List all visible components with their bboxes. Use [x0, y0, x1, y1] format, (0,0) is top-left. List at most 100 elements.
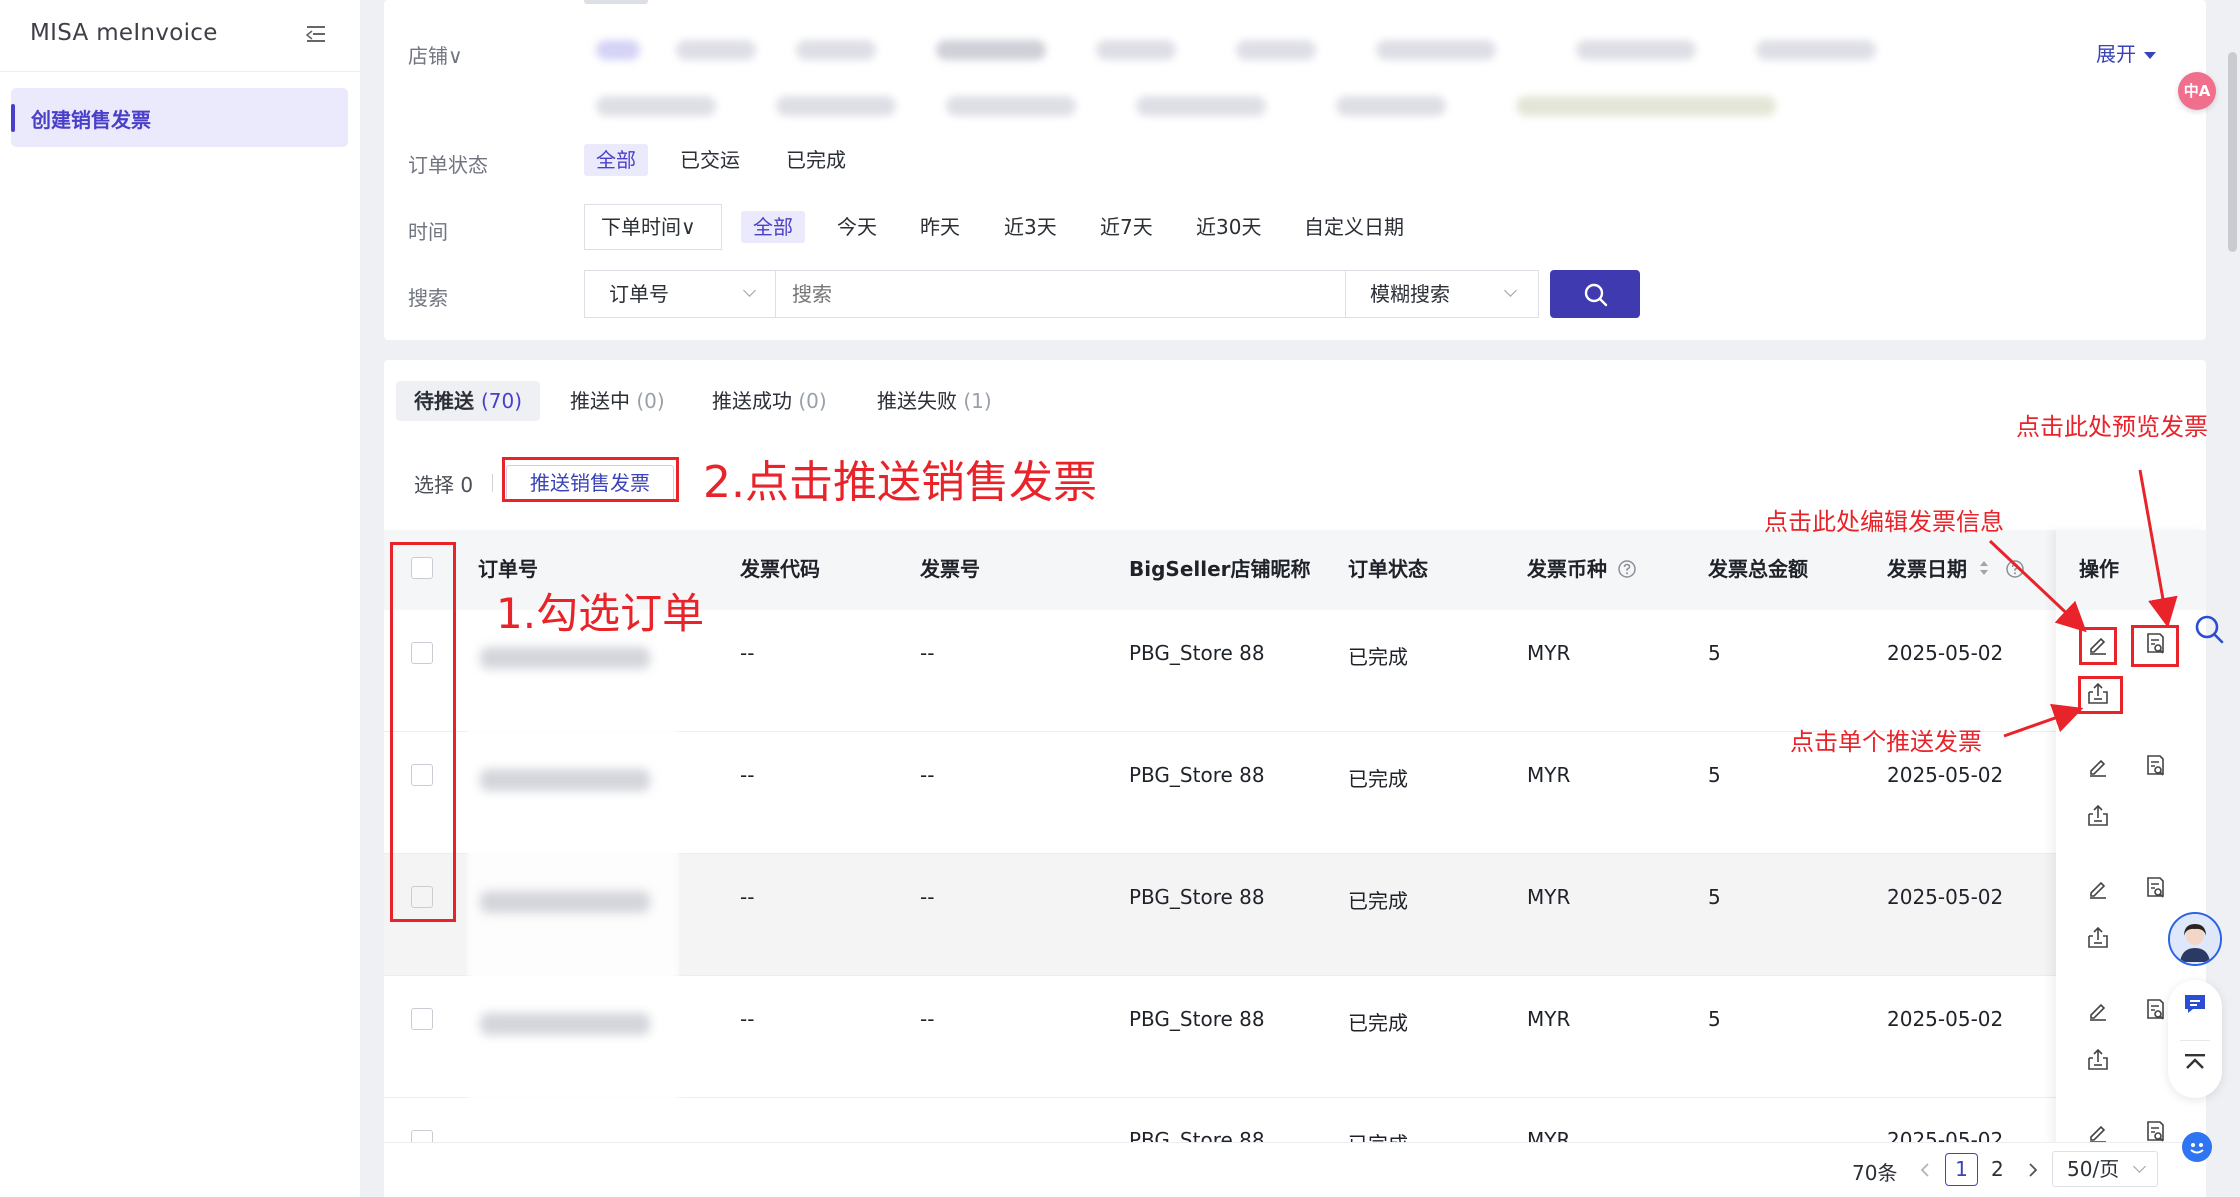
cell-store: PBG_Store 88	[1129, 1007, 1265, 1031]
expand-label: 展开	[2096, 42, 2136, 66]
store-chip[interactable]	[1236, 40, 1316, 60]
store-chip[interactable]	[596, 96, 716, 116]
store-chip[interactable]	[1576, 40, 1696, 60]
order-number-blurred[interactable]	[480, 647, 650, 669]
store-chip[interactable]	[1096, 40, 1176, 60]
store-chip[interactable]	[1756, 40, 1876, 60]
time-option-custom[interactable]: 自定义日期	[1292, 211, 1416, 243]
status-option-completed[interactable]: 已完成	[774, 144, 858, 176]
avatar-icon	[2170, 914, 2220, 964]
time-filter-label: 时间	[408, 220, 448, 244]
tab-count: (0)	[798, 389, 827, 413]
sidebar-item-create-invoice[interactable]: 创建销售发票	[11, 88, 348, 147]
store-chip[interactable]	[776, 96, 896, 116]
time-type-select[interactable]: 下单时间∨	[584, 204, 722, 250]
expand-stores-button[interactable]: 展开	[2096, 38, 2156, 67]
search-icon[interactable]	[2194, 614, 2224, 646]
time-option-yesterday[interactable]: 昨天	[908, 211, 972, 243]
page-size-select[interactable]: 50/页	[2052, 1151, 2158, 1187]
time-option-7days[interactable]: 近7天	[1088, 211, 1165, 243]
store-chip[interactable]	[936, 40, 1046, 60]
sort-icon[interactable]	[1977, 557, 1991, 579]
time-option-all[interactable]: 全部	[741, 211, 805, 243]
cell-invoice-no: --	[920, 763, 935, 787]
time-option-today[interactable]: 今天	[825, 211, 889, 243]
annotation-box-push-button	[502, 457, 679, 502]
store-filter-label[interactable]: 店铺∨	[408, 40, 463, 69]
column-header-label: 发票币种	[1527, 557, 1607, 581]
support-agent-avatar[interactable]	[2168, 912, 2222, 966]
search-input[interactable]	[775, 270, 1346, 318]
cell-status: 已完成	[1348, 1011, 1408, 1035]
push-invoice-icon[interactable]	[2085, 1047, 2111, 1073]
tab-count: (70)	[480, 389, 523, 413]
tab-push-success[interactable]: 推送成功 (0)	[694, 381, 845, 421]
search-button[interactable]	[1550, 270, 1640, 318]
push-invoice-icon[interactable]	[2085, 925, 2111, 951]
page-scrollbar[interactable]	[2228, 52, 2237, 252]
time-option-30days[interactable]: 近30天	[1184, 211, 1273, 243]
cell-amount: 5	[1708, 1007, 1721, 1031]
time-type-value: 下单时间∨	[601, 215, 696, 239]
tab-pushing[interactable]: 推送中 (0)	[552, 381, 683, 421]
preview-invoice-icon[interactable]	[2142, 875, 2168, 901]
cell-invoice-no: --	[920, 1007, 935, 1031]
edit-invoice-icon[interactable]	[2085, 997, 2111, 1023]
help-icon[interactable]	[1617, 559, 1637, 579]
page-1-button[interactable]: 1	[1945, 1153, 1978, 1186]
preview-invoice-icon[interactable]	[2142, 753, 2168, 779]
column-header-invoice-date[interactable]: 发票日期	[1887, 553, 2024, 582]
column-header-invoice-amount: 发票总金额	[1708, 557, 1808, 581]
order-number-blurred[interactable]	[480, 769, 650, 791]
cell-date: 2025-05-02	[1887, 1007, 2004, 1031]
store-chip[interactable]	[676, 40, 756, 60]
prev-page-icon[interactable]	[1918, 1161, 1932, 1179]
preview-invoice-icon[interactable]	[2142, 997, 2168, 1023]
push-invoice-icon[interactable]	[2085, 803, 2111, 829]
store-chip[interactable]	[946, 96, 1076, 116]
app-root: MISA meInvoice 创建销售发票 店铺∨ 展开 订单状态 全部 已交运	[0, 0, 2240, 1197]
search-mode-value: 模糊搜索	[1370, 282, 1450, 306]
annotation-box-checkboxes	[390, 542, 456, 922]
cell-date: 2025-05-02	[1887, 763, 2004, 787]
back-to-top-icon[interactable]	[2183, 1052, 2207, 1074]
collapse-menu-icon[interactable]	[301, 22, 329, 48]
status-option-shipped[interactable]: 已交运	[668, 144, 752, 176]
store-chip[interactable]	[1516, 96, 1776, 116]
language-switch-badge[interactable]: 中A	[2178, 72, 2216, 110]
chevron-down-icon	[2133, 1160, 2146, 1173]
selected-count: 选择 0	[414, 473, 474, 497]
active-indicator	[11, 104, 15, 132]
order-number-blurred[interactable]	[480, 1013, 650, 1035]
row-checkbox[interactable]	[411, 1008, 433, 1030]
search-mode-select[interactable]: 模糊搜索	[1345, 270, 1539, 318]
tab-pending[interactable]: 待推送 (70)	[396, 381, 541, 421]
search-field-select[interactable]: 订单号	[584, 270, 776, 318]
store-chip[interactable]	[1336, 96, 1446, 116]
tab-label: 待推送	[414, 389, 474, 413]
store-chip[interactable]	[1136, 96, 1266, 116]
search-icon	[1584, 283, 1608, 307]
help-icon[interactable]	[2005, 559, 2025, 579]
order-number-blurred[interactable]	[480, 891, 650, 913]
assistant-bot-icon[interactable]	[2182, 1132, 2212, 1162]
search-filter-label: 搜索	[408, 286, 448, 310]
annotation-push-single: 点击单个推送发票	[1790, 728, 1982, 756]
column-header-actions: 操作	[2079, 557, 2119, 581]
cell-status: 已完成	[1348, 767, 1408, 791]
chat-icon[interactable]	[2182, 992, 2208, 1016]
next-page-icon[interactable]	[2026, 1161, 2040, 1179]
status-option-all[interactable]: 全部	[584, 144, 648, 176]
time-option-3days[interactable]: 近3天	[992, 211, 1069, 243]
store-chip[interactable]	[796, 40, 876, 60]
cell-store: PBG_Store 88	[1129, 885, 1265, 909]
page-2-button[interactable]: 2	[1991, 1157, 2004, 1181]
store-chip[interactable]	[1376, 40, 1496, 60]
edit-invoice-icon[interactable]	[2085, 753, 2111, 779]
cell-currency: MYR	[1527, 641, 1571, 665]
annotation-box-edit-icon	[2079, 627, 2117, 665]
edit-invoice-icon[interactable]	[2085, 875, 2111, 901]
column-header-currency: 发票币种	[1527, 553, 1636, 582]
store-chip-selected[interactable]	[596, 40, 640, 60]
tab-push-failed[interactable]: 推送失败 (1)	[859, 381, 1010, 421]
